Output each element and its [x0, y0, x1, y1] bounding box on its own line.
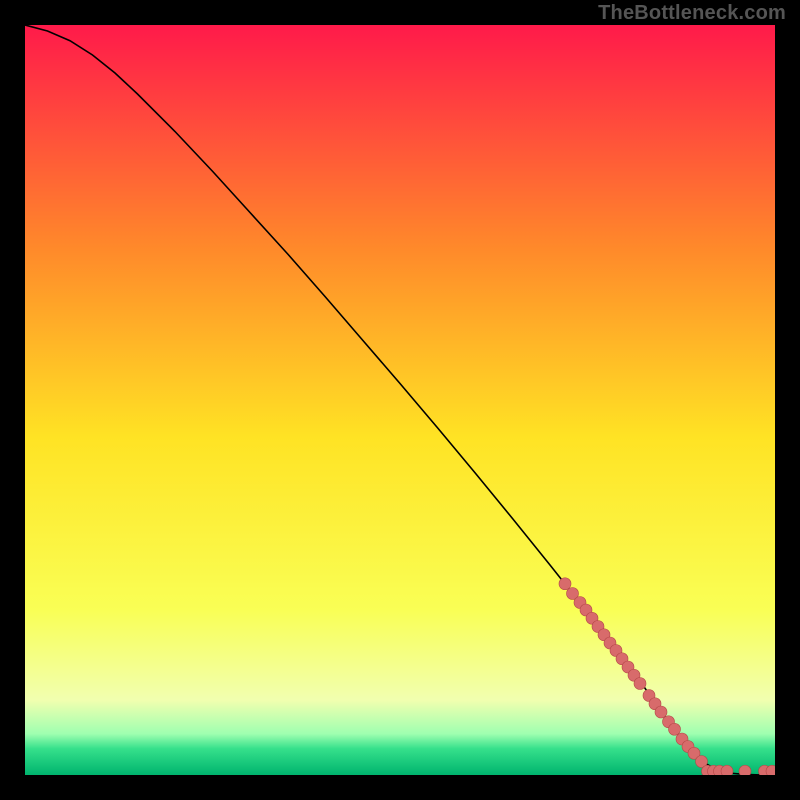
data-marker — [559, 578, 571, 590]
data-marker — [739, 765, 751, 775]
data-marker — [634, 678, 646, 690]
chart-frame: TheBottleneck.com — [0, 0, 800, 800]
data-marker — [721, 765, 733, 775]
plot-area — [25, 25, 775, 775]
watermark: TheBottleneck.com — [598, 2, 786, 25]
gradient-bg — [25, 25, 775, 775]
chart-svg — [25, 25, 775, 775]
data-marker — [669, 723, 681, 735]
data-marker — [655, 706, 667, 718]
